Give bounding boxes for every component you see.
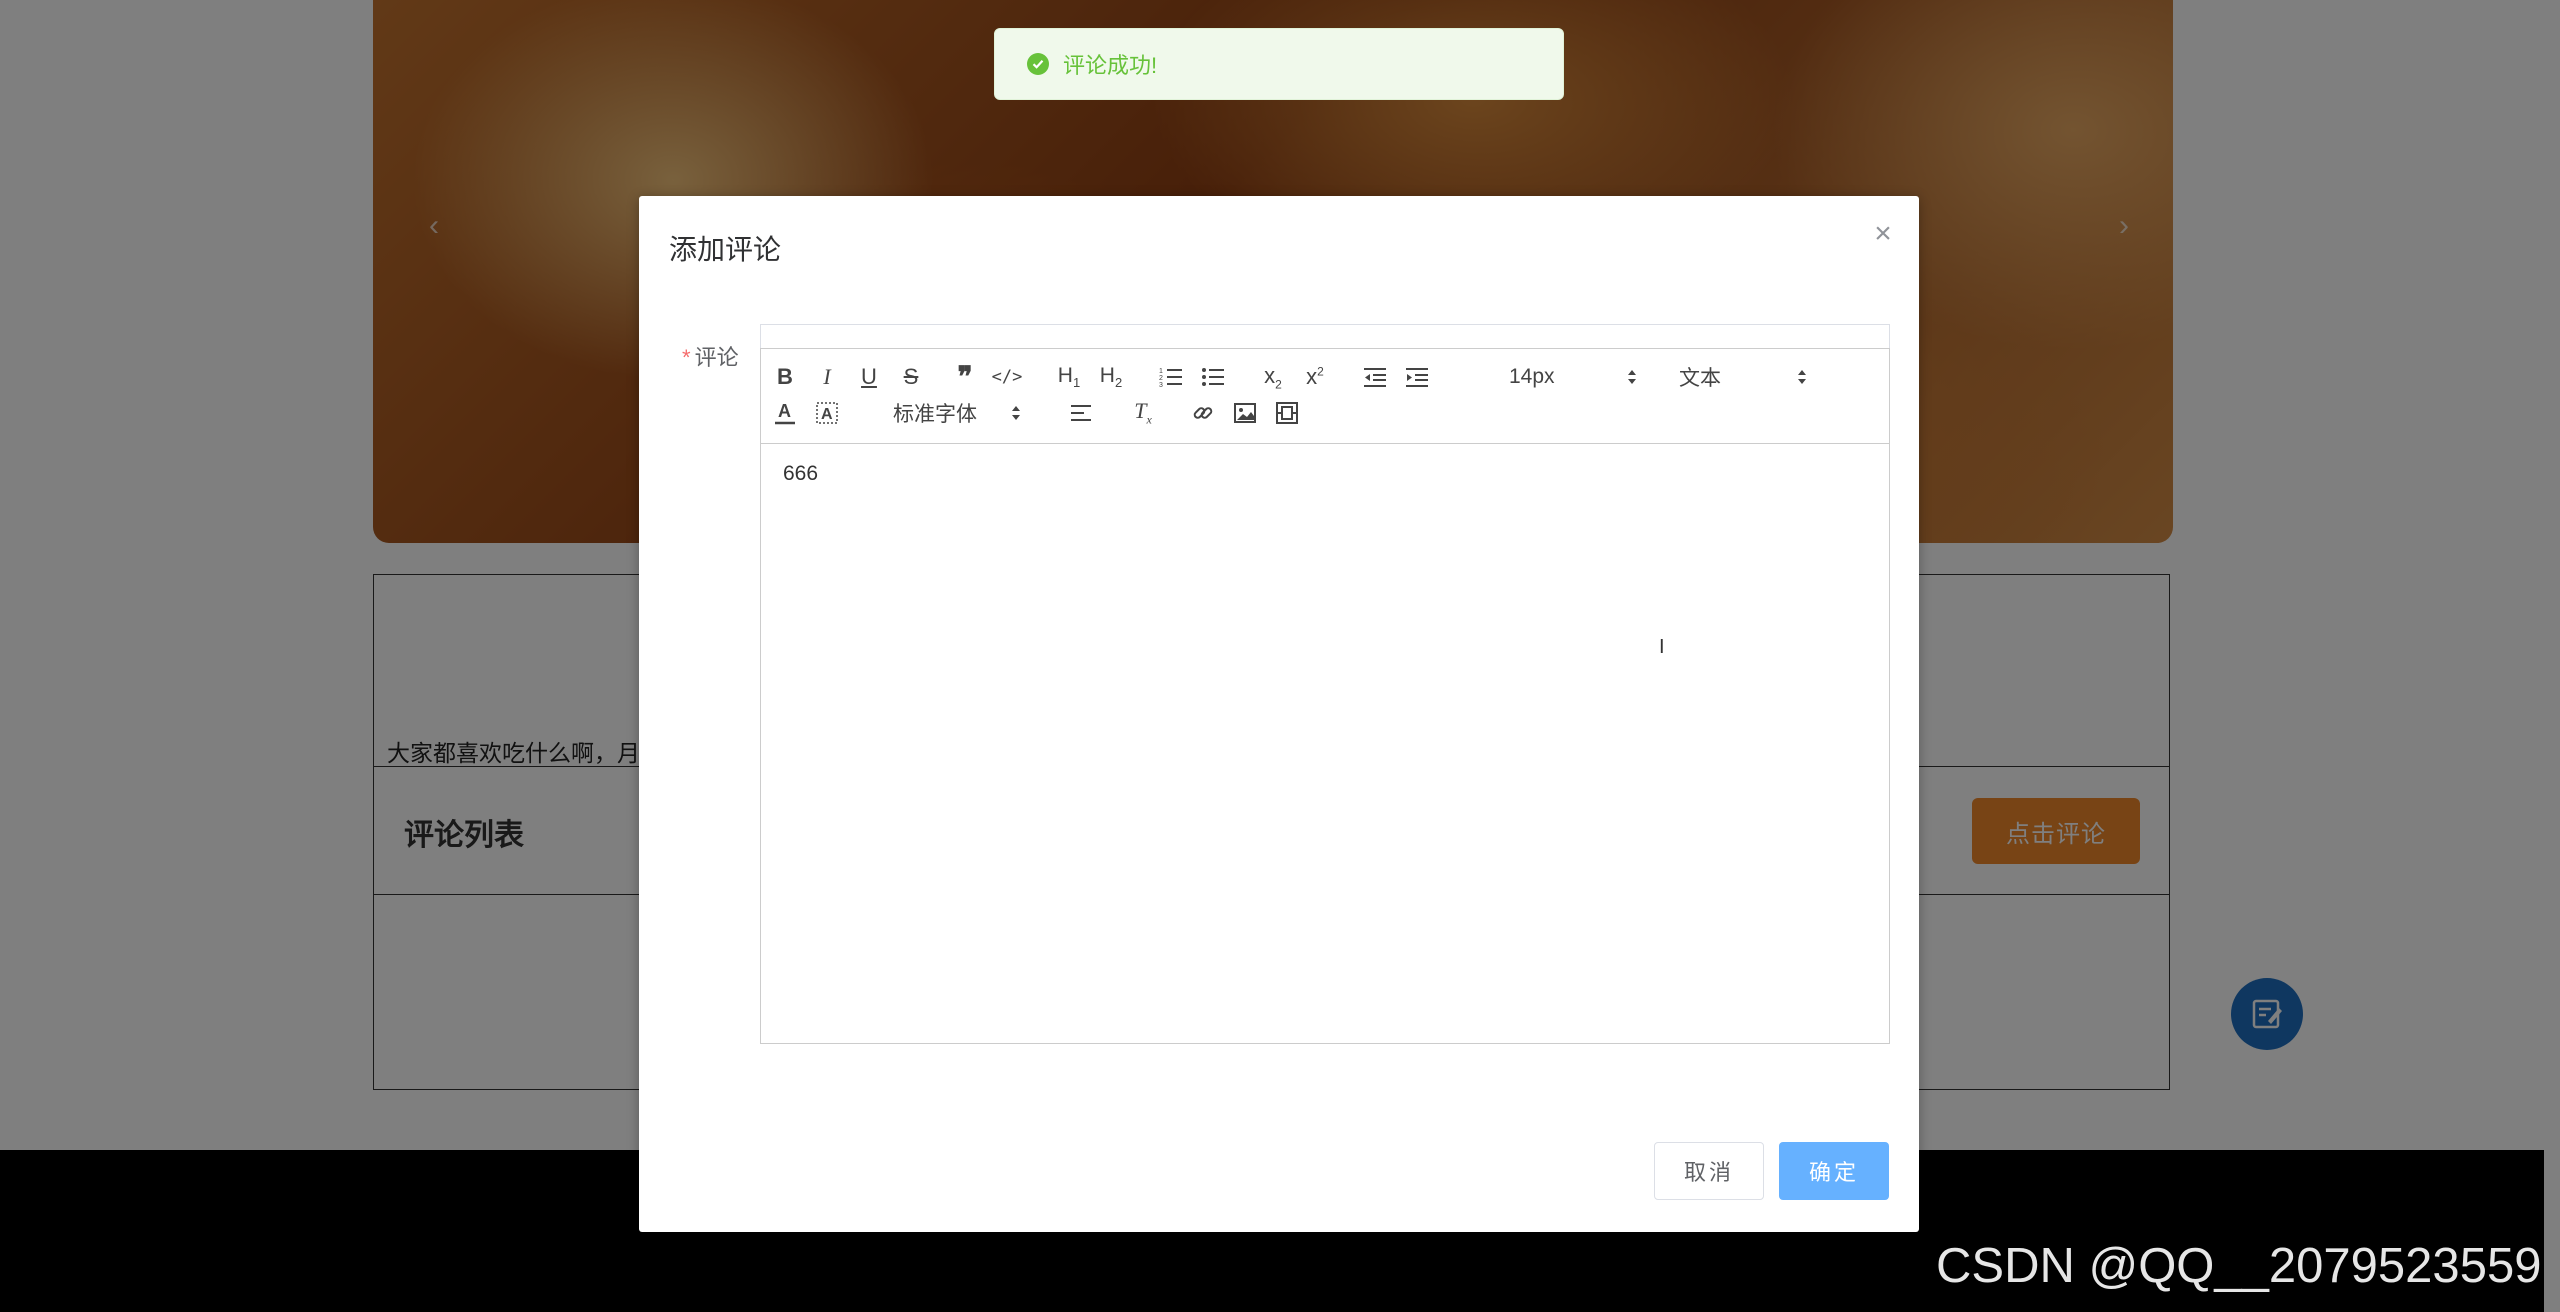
- link-icon[interactable]: [1185, 397, 1221, 429]
- code-block-icon[interactable]: </>: [989, 361, 1025, 393]
- video-icon[interactable]: [1269, 397, 1305, 429]
- comment-field-label: * 评论: [682, 340, 739, 372]
- editor-content-area[interactable]: 666: [760, 444, 1890, 1044]
- header-1-icon[interactable]: H1: [1051, 361, 1087, 393]
- italic-icon[interactable]: I: [809, 361, 845, 393]
- svg-text:3: 3: [1159, 382, 1163, 388]
- ordered-list-icon[interactable]: 123: [1153, 361, 1189, 393]
- watermark: CSDN @QQ__2079523559: [1936, 1239, 2542, 1293]
- confirm-button[interactable]: 确定: [1779, 1142, 1889, 1200]
- strike-icon[interactable]: S: [893, 361, 929, 393]
- superscript-icon[interactable]: x2: [1297, 361, 1333, 393]
- font-size-value: 14px: [1509, 365, 1555, 388]
- select-arrow-icon: [1797, 361, 1807, 393]
- check-circle-icon: [1027, 53, 1049, 75]
- svg-text:A: A: [778, 401, 791, 421]
- required-mark: *: [682, 345, 691, 370]
- blockquote-icon[interactable]: ❞: [947, 361, 983, 393]
- editor-top-border: [760, 324, 1890, 348]
- underline-icon[interactable]: U: [851, 361, 887, 393]
- svg-text:A: A: [821, 406, 833, 423]
- clean-format-icon[interactable]: Tx: [1125, 397, 1161, 429]
- comment-label-text: 评论: [694, 345, 739, 370]
- bullet-list-icon[interactable]: [1195, 361, 1231, 393]
- text-color-icon[interactable]: A: [767, 397, 803, 429]
- text-cursor-icon: I: [1659, 636, 1665, 658]
- svg-text:2: 2: [1159, 375, 1163, 382]
- bold-icon[interactable]: B: [767, 361, 803, 393]
- header-select[interactable]: 文本: [1679, 361, 1807, 393]
- add-comment-dialog: 添加评论 × * 评论 B I U S ❞ </> H1 H2 123 x2 x2…: [639, 196, 1919, 1232]
- image-icon[interactable]: [1227, 397, 1263, 429]
- font-size-select[interactable]: 14px: [1509, 361, 1637, 393]
- outdent-icon[interactable]: [1357, 361, 1393, 393]
- editor-toolbar: B I U S ❞ </> H1 H2 123 x2 x2 14px 文本 A …: [760, 348, 1890, 444]
- dialog-title: 添加评论: [669, 234, 782, 265]
- font-family-value: 标准字体: [893, 403, 977, 426]
- header-2-icon[interactable]: H2: [1093, 361, 1129, 393]
- cancel-button[interactable]: 取消: [1654, 1142, 1764, 1200]
- font-family-select[interactable]: 标准字体: [893, 397, 1021, 429]
- svg-text:1: 1: [1159, 368, 1163, 375]
- background-color-icon[interactable]: A: [809, 397, 845, 429]
- select-arrow-icon: [1011, 397, 1021, 429]
- toast-message: 评论成功!: [1063, 53, 1158, 78]
- close-icon[interactable]: ×: [1867, 218, 1899, 250]
- select-arrow-icon: [1627, 361, 1637, 393]
- comment-text: 666: [783, 462, 819, 485]
- header-value: 文本: [1679, 367, 1721, 390]
- success-toast: 评论成功!: [994, 28, 1564, 100]
- indent-icon[interactable]: [1399, 361, 1435, 393]
- subscript-icon[interactable]: x2: [1255, 361, 1291, 393]
- align-left-icon[interactable]: [1063, 397, 1099, 429]
